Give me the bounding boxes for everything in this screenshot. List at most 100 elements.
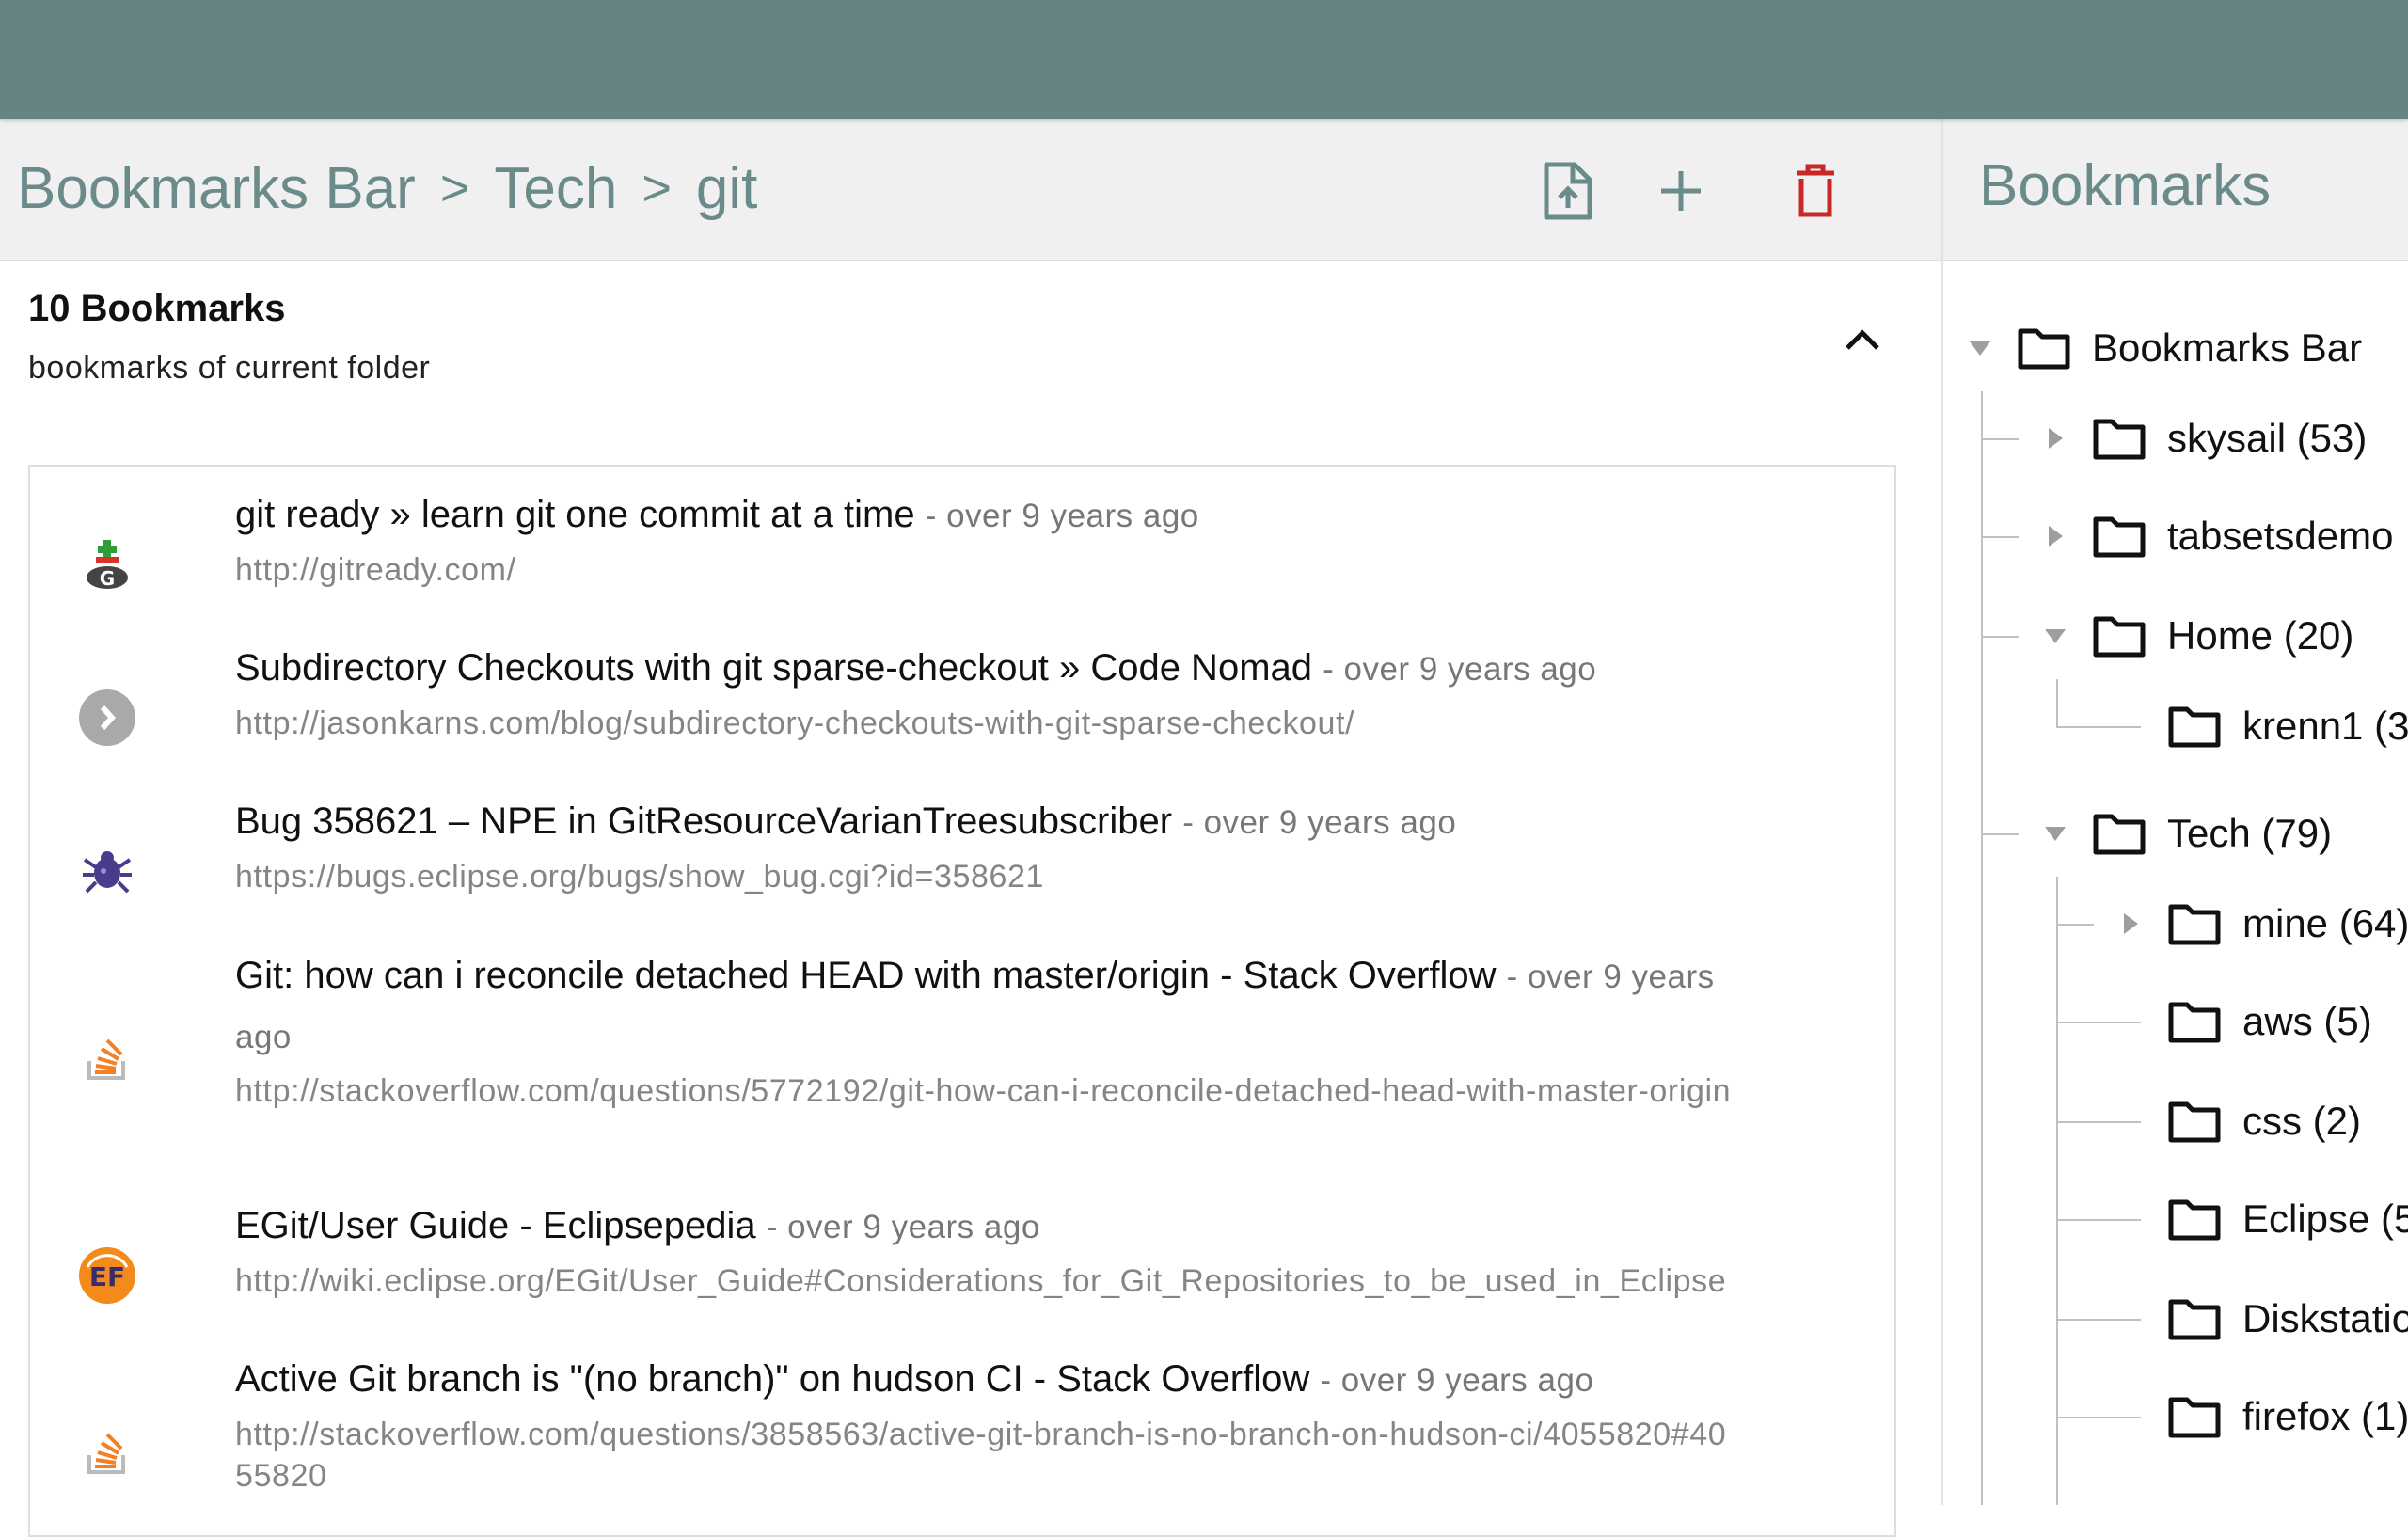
tree-node-tech[interactable]: Tech (79) bbox=[2041, 805, 2332, 862]
bookmark-title[interactable]: Active Git branch is "(no branch)" on hu… bbox=[235, 1358, 1309, 1400]
tree-node-aws[interactable]: aws (5) bbox=[2167, 993, 2372, 1050]
gitready-favicon: G bbox=[77, 534, 137, 594]
bookmark-title[interactable]: Bug 358621 – NPE in GitResourceVarianTre… bbox=[235, 800, 1172, 842]
bookmark-age: - over 9 years ago bbox=[1182, 804, 1457, 841]
tree-connector bbox=[1981, 438, 2019, 440]
bookmark-url[interactable]: https://bugs.eclipse.org/bugs/show_bug.c… bbox=[235, 856, 1740, 897]
breadcrumb-separator: > bbox=[642, 160, 672, 216]
tree-node-mine[interactable]: mine (64) bbox=[2116, 895, 2408, 952]
bookmark-url[interactable]: http://wiki.eclipse.org/EGit/User_Guide#… bbox=[235, 1260, 1740, 1302]
tree-connector bbox=[2056, 1022, 2141, 1023]
tree-node-css[interactable]: css (2) bbox=[2167, 1093, 2361, 1149]
collapse-button[interactable] bbox=[1834, 316, 1891, 363]
bookmark-url[interactable]: http://gitready.com/ bbox=[235, 549, 1740, 591]
folder-icon bbox=[2167, 703, 2222, 750]
collapsed-triangle-icon[interactable] bbox=[2041, 522, 2069, 550]
breadcrumb-item-tech[interactable]: Tech bbox=[494, 155, 617, 222]
tree-connector bbox=[1981, 536, 2019, 538]
eclipsepedia-logo-text: EF bbox=[89, 1261, 125, 1292]
folder-icon bbox=[2092, 513, 2147, 560]
expanded-triangle-icon[interactable] bbox=[2041, 622, 2069, 650]
tree-label[interactable]: krenn1 (3 bbox=[2242, 704, 2408, 749]
tree-label[interactable]: firefox (1) bbox=[2242, 1394, 2408, 1439]
folder-icon bbox=[2092, 810, 2147, 857]
app-header-bar bbox=[0, 0, 2408, 119]
folder-tree-title: Bookmarks bbox=[1979, 153, 2272, 218]
bookmark-title[interactable]: git ready » learn git one commit at a ti… bbox=[235, 494, 915, 535]
bookmark-age: - over 9 years ago bbox=[1323, 651, 1597, 688]
tree-node-tabsetsdemo[interactable]: tabsetsdemo bbox=[2041, 508, 2393, 564]
collapsed-triangle-icon[interactable] bbox=[2116, 910, 2145, 938]
breadcrumb: Bookmarks Bar > Tech > git bbox=[17, 152, 757, 224]
bookmark-text: Active Git branch is "(no branch)" on hu… bbox=[235, 1350, 1740, 1497]
tree-connector bbox=[2056, 1219, 2141, 1221]
tree-connector bbox=[1981, 833, 2019, 835]
expanded-triangle-icon[interactable] bbox=[1966, 334, 1994, 362]
folder-icon bbox=[2167, 998, 2222, 1045]
bookmark-url[interactable]: http://stackoverflow.com/questions/57721… bbox=[235, 1070, 1740, 1112]
bookmark-url[interactable]: http://stackoverflow.com/questions/38585… bbox=[235, 1414, 1740, 1497]
folder-tree-header: Bookmarks bbox=[1943, 119, 2408, 261]
add-bookmark-button[interactable] bbox=[1651, 160, 1711, 222]
breadcrumb-separator: > bbox=[439, 160, 470, 216]
svg-text:G: G bbox=[100, 567, 115, 590]
tree-label[interactable]: mine (64) bbox=[2242, 901, 2408, 946]
tree-connector bbox=[2056, 1417, 2141, 1418]
tree-label[interactable]: Home (20) bbox=[2167, 613, 2353, 658]
bugzilla-favicon bbox=[77, 841, 137, 901]
folder-icon bbox=[2167, 900, 2222, 947]
tree-label[interactable]: Bookmarks Bar bbox=[2092, 325, 2362, 371]
tree-label[interactable]: Eclipse (5 bbox=[2242, 1196, 2408, 1242]
folder-icon bbox=[2167, 1393, 2222, 1440]
bookmark-age: - over 9 years ago bbox=[1320, 1362, 1594, 1399]
bookmark-title[interactable]: Git: how can i reconcile detached HEAD w… bbox=[235, 955, 1497, 996]
breadcrumb-item-git[interactable]: git bbox=[696, 155, 757, 222]
tree-connector bbox=[2056, 877, 2058, 1505]
bookmark-text: git ready » learn git one commit at a ti… bbox=[235, 485, 1740, 591]
bookmark-age: - over 9 years ago bbox=[925, 498, 1199, 534]
stackoverflow-favicon bbox=[77, 1027, 137, 1087]
bookmark-list: G git ready » learn git one commit at a … bbox=[28, 465, 1896, 1537]
file-upload-icon bbox=[1544, 162, 1592, 220]
tree-label[interactable]: skysail (53) bbox=[2167, 416, 2367, 461]
folder-tree-pane: Bookmarks Bookmarks Bar skysail (53) tab… bbox=[1941, 119, 2408, 1505]
bookmark-url[interactable]: http://jasonkarns.com/blog/subdirectory-… bbox=[235, 703, 1740, 744]
eclipsepedia-favicon: EF bbox=[77, 1245, 137, 1306]
tree-node-krenn1[interactable]: krenn1 (3 bbox=[2167, 698, 2408, 754]
folder-icon bbox=[2167, 1295, 2222, 1342]
tree-label[interactable]: css (2) bbox=[2242, 1099, 2361, 1144]
tree-connector bbox=[2056, 1121, 2141, 1123]
delete-folder-button[interactable] bbox=[1785, 160, 1846, 222]
tree-connector bbox=[2056, 679, 2058, 728]
folder-icon bbox=[2092, 612, 2147, 659]
bookmark-text: EGit/User Guide - Eclipsepedia - over 9 … bbox=[235, 1196, 1740, 1302]
tree-node-skysail[interactable]: skysail (53) bbox=[2041, 410, 2367, 467]
tree-connector bbox=[1981, 391, 1983, 1505]
breadcrumb-item-bookmarks-bar[interactable]: Bookmarks Bar bbox=[17, 155, 416, 222]
bookmarks-main-pane: Bookmarks Bar > Tech > git 10 Bookmarks … bbox=[0, 119, 1941, 1537]
tree-label[interactable]: tabsetsdemo bbox=[2167, 514, 2393, 559]
bookmark-title[interactable]: EGit/User Guide - Eclipsepedia bbox=[235, 1205, 756, 1246]
tree-label[interactable]: Diskstatio bbox=[2242, 1296, 2408, 1341]
tree-node-home[interactable]: Home (20) bbox=[2041, 608, 2353, 664]
tree-connector bbox=[2056, 1319, 2141, 1321]
arrow-circle-favicon bbox=[77, 688, 137, 748]
tree-node-eclipse[interactable]: Eclipse (5 bbox=[2167, 1191, 2408, 1247]
tree-label[interactable]: aws (5) bbox=[2242, 999, 2372, 1044]
collapsed-triangle-icon[interactable] bbox=[2041, 424, 2069, 452]
folder-icon bbox=[2017, 325, 2071, 372]
bookmark-count-title: 10 Bookmarks bbox=[28, 288, 286, 329]
stackoverflow-favicon bbox=[77, 1421, 137, 1482]
folder-icon bbox=[2167, 1098, 2222, 1145]
bookmark-title[interactable]: Subdirectory Checkouts with git sparse-c… bbox=[235, 647, 1312, 689]
tree-node-bookmarks-bar[interactable]: Bookmarks Bar bbox=[1966, 320, 2362, 376]
tree-node-diskstation[interactable]: Diskstatio bbox=[2167, 1291, 2408, 1347]
folder-icon bbox=[2167, 1196, 2222, 1243]
bookmark-count-subtitle: bookmarks of current folder bbox=[28, 350, 431, 386]
bookmark-text: Bug 358621 – NPE in GitResourceVarianTre… bbox=[235, 792, 1740, 897]
tree-label[interactable]: Tech (79) bbox=[2167, 811, 2332, 856]
tree-node-firefox[interactable]: firefox (1) bbox=[2167, 1388, 2408, 1445]
bookmark-text: Subdirectory Checkouts with git sparse-c… bbox=[235, 639, 1740, 744]
expanded-triangle-icon[interactable] bbox=[2041, 819, 2069, 848]
export-button[interactable] bbox=[1537, 160, 1597, 222]
